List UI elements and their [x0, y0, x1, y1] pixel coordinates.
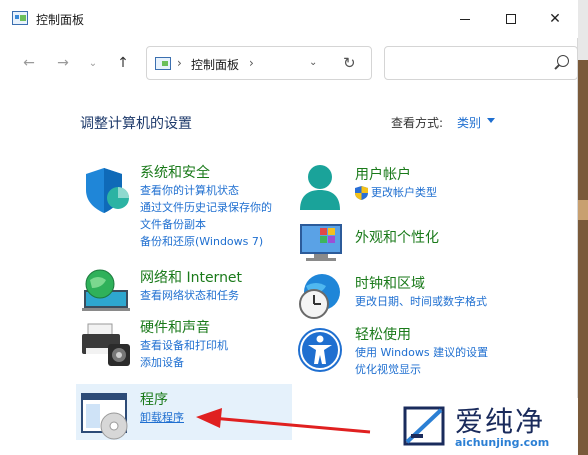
- annotation-arrow: [196, 408, 371, 434]
- watermark-logo-icon: [403, 406, 445, 446]
- desktop-background-light: [578, 0, 588, 60]
- desktop-background: [578, 0, 588, 455]
- control-panel-window: 控制面板 ✕ ← → ⌄ ↑ › 控制面板 › ⌄ ↻ 调整计算机的设置 查看方…: [0, 0, 578, 455]
- desktop-background-accent: [578, 200, 588, 220]
- watermark-url: aichunjing.com: [455, 436, 550, 449]
- watermark-brand: 爱纯净: [455, 405, 546, 438]
- watermark: 爱纯净 aichunjing.com: [395, 398, 578, 455]
